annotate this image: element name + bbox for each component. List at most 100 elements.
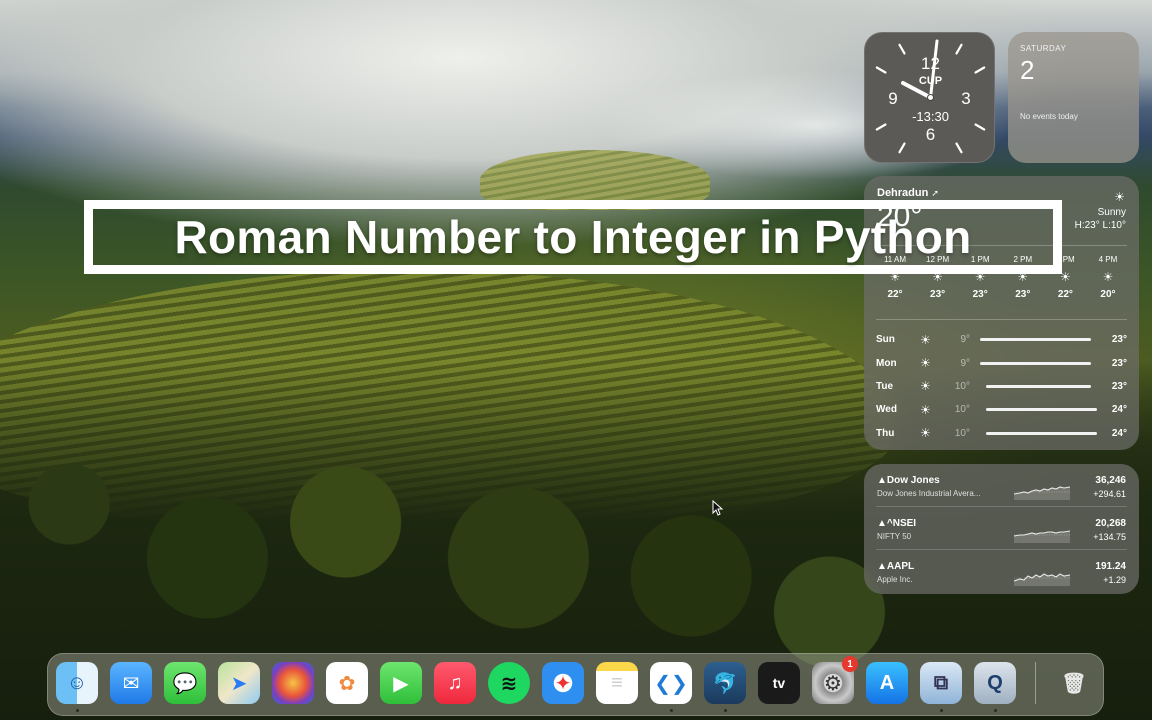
sun-icon: ☀ (1102, 270, 1114, 284)
music-icon[interactable]: ♫ (434, 662, 476, 704)
dock-separator (1035, 662, 1036, 704)
notes-icon[interactable]: ≡ (596, 662, 638, 704)
hourly-temp: 23° (1015, 289, 1031, 300)
stock-sparkline (1014, 530, 1070, 543)
daily-forecast-row: Thu ☀ 10° 24° (876, 422, 1127, 445)
stock-value: 191.24 (1095, 561, 1126, 572)
daily-low: 10° (954, 404, 970, 416)
safari-icon[interactable]: ✦ (542, 662, 584, 704)
clock-tick (875, 66, 887, 74)
running-indicator (723, 709, 727, 712)
daily-forecast-row: Mon ☀ 9° 23° (876, 351, 1127, 374)
stock-sparkline (1014, 573, 1070, 586)
photos-icon[interactable]: ✿ (326, 662, 368, 704)
facetime-icon[interactable]: ▶ (380, 662, 422, 704)
mysql-workbench-icon[interactable]: 🐬 (704, 662, 746, 704)
stock-symbol: ▲AAPL (877, 561, 915, 572)
stock-row[interactable]: ▲Dow Jones Dow Jones Industrial Avera... 3… (876, 464, 1127, 507)
vscode-icon[interactable]: ❮❯ (650, 662, 692, 704)
stock-symbol: ▲^NSEI (877, 518, 917, 529)
daily-low: 10° (954, 380, 970, 392)
sun-icon: ☀ (920, 402, 931, 417)
daily-day: Sun (876, 334, 895, 346)
clock-numeral-3: 3 (961, 89, 970, 108)
daily-high: 23° (1111, 357, 1127, 369)
running-indicator (993, 709, 997, 712)
stock-name: Apple Inc. (877, 575, 913, 584)
clock-tick (955, 142, 963, 154)
stock-row[interactable]: ▲^NSEI NIFTY 50 20,268 +134.75 (876, 507, 1127, 550)
page-title: Roman Number to Integer in Python (174, 211, 972, 263)
sun-icon: ☀ (920, 356, 931, 371)
daily-high: 24° (1111, 404, 1127, 416)
notification-badge: 1 (842, 656, 858, 672)
hourly-temp: 23° (972, 289, 988, 300)
mail-icon[interactable]: ✉ (110, 662, 152, 704)
clock-center-pin (927, 94, 934, 101)
clock-tick (898, 142, 906, 154)
running-indicator (669, 709, 673, 712)
hourly-forecast-item: 4 PM ☀ 20° (1089, 255, 1127, 300)
stock-change: +134.75 (1093, 532, 1126, 542)
finder-icon[interactable]: ☺ (56, 662, 98, 704)
stock-row[interactable]: ▲AAPL Apple Inc. 191.24 +1.29 (876, 550, 1127, 593)
title-banner: Roman Number to Integer in Python (84, 200, 1062, 274)
clock-tick (974, 123, 986, 131)
daily-high: 23° (1111, 334, 1127, 346)
stock-change: +1.29 (1103, 575, 1126, 585)
apple-tv-label: tv (772, 675, 786, 691)
daily-high: 23° (1111, 380, 1127, 392)
calendar-weekday: SATURDAY (1020, 44, 1067, 53)
color-picker-icon[interactable] (272, 662, 314, 704)
calendar-widget[interactable]: SATURDAY 2 No events today (1008, 32, 1139, 163)
trash-icon[interactable]: 🗑 (1053, 662, 1095, 704)
system-settings-icon[interactable]: ⚙ 1 (812, 656, 858, 704)
stock-value: 20,268 (1095, 518, 1126, 529)
hourly-time: 4 PM (1098, 255, 1118, 264)
clock-tick (974, 66, 986, 74)
clock-numeral-9: 9 (888, 89, 897, 108)
clock-tick (898, 43, 906, 55)
apple-tv-icon[interactable]: tv (758, 662, 800, 704)
stock-name: Dow Jones Industrial Avera... (877, 489, 981, 498)
dock: ☺ ✉ 💬 ➤ ✿ ▶ ♫ ≋ ✦ ≡ ❮❯ 🐬 tv ⚙ 1 A ⧉ Q 🗑 (47, 653, 1104, 716)
daily-temp-range-bar (980, 384, 1097, 388)
daily-low: 9° (960, 357, 970, 369)
weather-daily-forecast: Sun ☀ 9° 23° Mon ☀ 9° 23° Tue ☀ 10° 23° Wed ☀ 10° 24° Th… (876, 328, 1127, 445)
stock-change: +294.61 (1093, 489, 1126, 499)
preview-icon[interactable]: ⧉ (920, 662, 962, 704)
daily-day: Tue (876, 380, 894, 392)
spotify-icon[interactable]: ≋ (488, 662, 530, 704)
daily-low: 9° (960, 334, 970, 346)
clock-offset: -13:30 (912, 109, 949, 124)
clock-widget[interactable]: 12 3 6 9 CUP -13:30 (864, 32, 995, 163)
sun-icon: ☀ (1114, 190, 1125, 204)
daily-temp-range-bar (980, 338, 1097, 342)
hourly-temp: 22° (887, 289, 903, 300)
app-store-icon[interactable]: A (866, 662, 908, 704)
weather-high-low: H:23° L:10° (1074, 220, 1126, 231)
calendar-date: 2 (1020, 55, 1035, 85)
stock-symbol: ▲Dow Jones (877, 475, 940, 486)
hourly-temp: 20° (1100, 289, 1116, 300)
mouse-cursor-icon (712, 500, 724, 516)
sun-icon: ☀ (920, 379, 931, 394)
daily-day: Wed (876, 404, 897, 416)
stock-value: 36,246 (1095, 475, 1126, 486)
weather-divider (876, 319, 1127, 320)
calendar-events-status: No events today (1020, 112, 1078, 121)
running-indicator (939, 709, 943, 712)
stocks-widget[interactable]: ▲Dow Jones Dow Jones Industrial Avera... 3… (864, 464, 1139, 594)
location-arrow-icon: ➚ (931, 188, 939, 198)
stock-name: NIFTY 50 (877, 532, 912, 541)
weather-city: Dehradun ➚ (877, 187, 939, 199)
hourly-temp: 22° (1057, 289, 1073, 300)
maps-icon[interactable]: ➤ (218, 662, 260, 704)
daily-high: 24° (1111, 427, 1127, 439)
messages-icon[interactable]: 💬 (164, 662, 206, 704)
sun-icon: ☀ (920, 332, 931, 347)
clock-numeral-12: 12 (921, 54, 940, 73)
daily-day: Mon (876, 357, 897, 369)
quicktime-icon[interactable]: Q (974, 662, 1016, 704)
daily-temp-range-bar (980, 431, 1097, 435)
